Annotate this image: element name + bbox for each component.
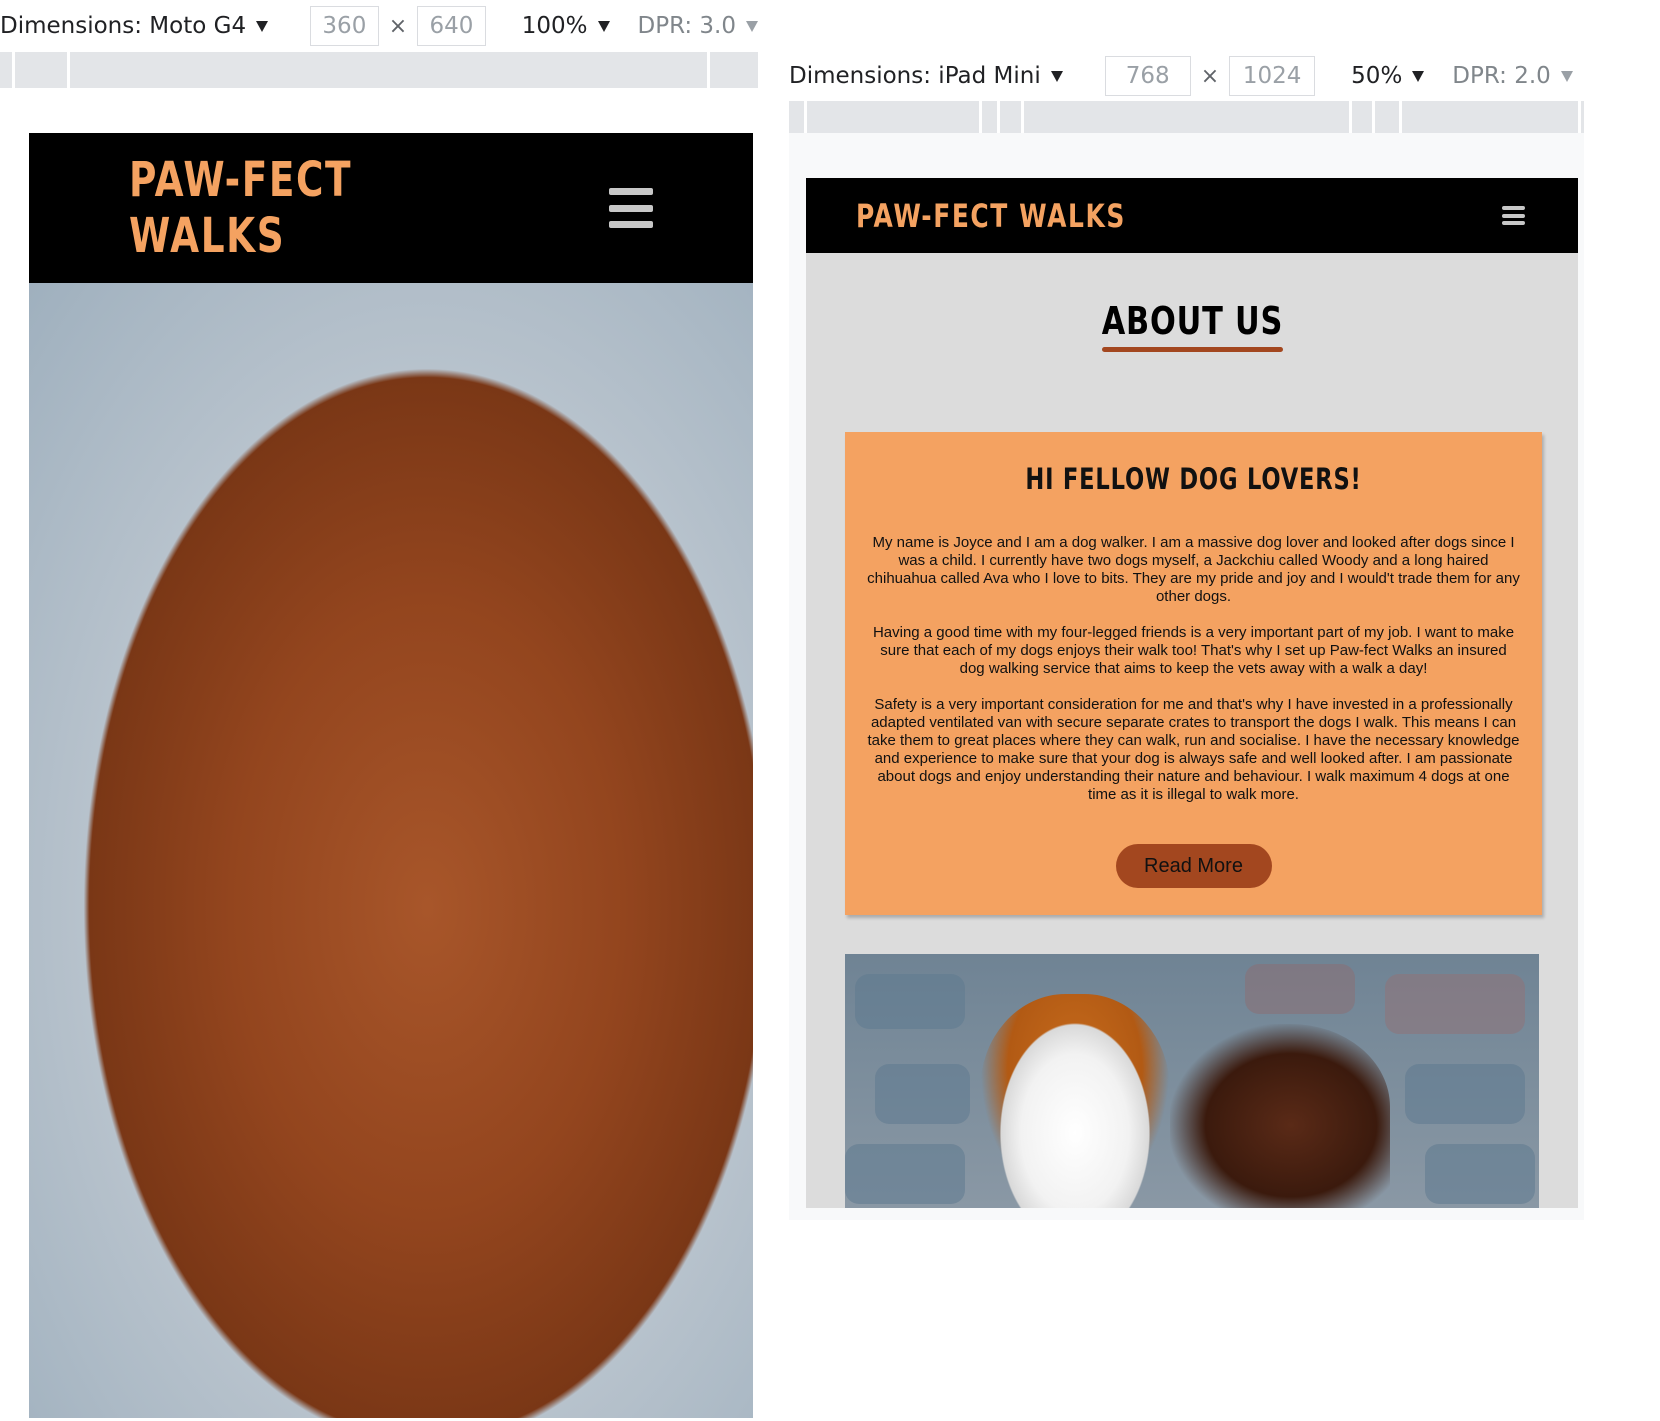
moto-g4-viewport: PAW-FECT WALKS (29, 133, 753, 1418)
navbar: PAW-FECT WALKS (806, 178, 1578, 253)
about-paragraph: My name is Joyce and I am a dog walker. … (867, 534, 1520, 605)
about-card: HI FELLOW DOG LOVERS! My name is Joyce a… (845, 432, 1542, 915)
dropdown-arrow-icon (1560, 70, 1573, 82)
zoom-label: 50% (1351, 63, 1403, 89)
brand-logo[interactable]: PAW-FECT WALKS (856, 197, 1126, 235)
dropdown-arrow-icon (1050, 70, 1063, 82)
zoom-select[interactable]: 100% (522, 13, 610, 39)
two-dogs-image (845, 954, 1539, 1208)
device-label: Dimensions: iPad Mini (789, 63, 1041, 89)
card-title: HI FELLOW DOG LOVERS! (1025, 462, 1362, 496)
dpr-select[interactable]: DPR: 2.0 (1452, 63, 1573, 89)
device-toolbar-moto-g4: Dimensions: Moto G4 360 × 640 100% DPR: … (0, 0, 758, 52)
media-query-ruler[interactable] (0, 52, 758, 88)
navbar: PAW-FECT WALKS (29, 133, 753, 283)
hamburger-icon[interactable] (609, 188, 653, 228)
about-paragraph: Having a good time with my four-legged f… (872, 624, 1515, 677)
title-underline (1101, 347, 1283, 352)
device-label: Dimensions: Moto G4 (0, 13, 247, 39)
dropdown-arrow-icon (256, 20, 269, 32)
height-input[interactable]: 640 (417, 6, 486, 46)
about-paragraph: Safety is a very important consideration… (867, 696, 1520, 803)
height-input[interactable]: 1024 (1229, 56, 1316, 96)
page-title: ABOUT US (1101, 299, 1283, 343)
dropdown-arrow-icon (597, 20, 610, 32)
dpr-label: DPR: 2.0 (1452, 63, 1551, 89)
device-select[interactable]: Dimensions: Moto G4 (0, 13, 269, 39)
about-section-heading: ABOUT US (806, 299, 1578, 352)
ipad-mini-viewport: PAW-FECT WALKS ABOUT US HI FELLOW DOG LO… (806, 178, 1578, 1208)
device-select[interactable]: Dimensions: iPad Mini (789, 63, 1063, 89)
brand-logo[interactable]: PAW-FECT WALKS (129, 152, 504, 264)
hamburger-icon[interactable] (1502, 206, 1525, 225)
times-separator: × (1200, 63, 1220, 89)
chihuahua-dog (1170, 1024, 1390, 1208)
width-input[interactable]: 768 (1104, 56, 1191, 96)
times-separator: × (388, 13, 408, 39)
dropdown-arrow-icon (1412, 70, 1425, 82)
media-query-ruler[interactable] (789, 101, 1584, 133)
dpr-label: DPR: 3.0 (637, 13, 737, 39)
read-more-button[interactable]: Read More (1115, 844, 1272, 888)
jack-russell-dog (980, 994, 1170, 1208)
zoom-label: 100% (521, 13, 588, 39)
dropdown-arrow-icon (746, 20, 758, 32)
zoom-select[interactable]: 50% (1351, 63, 1425, 89)
hero-puppy-image (29, 283, 753, 1418)
device-toolbar-ipad-mini: Dimensions: iPad Mini 768 × 1024 50% DPR… (789, 52, 1584, 100)
width-input[interactable]: 360 (310, 6, 379, 46)
dpr-select[interactable]: DPR: 3.0 (637, 13, 758, 39)
